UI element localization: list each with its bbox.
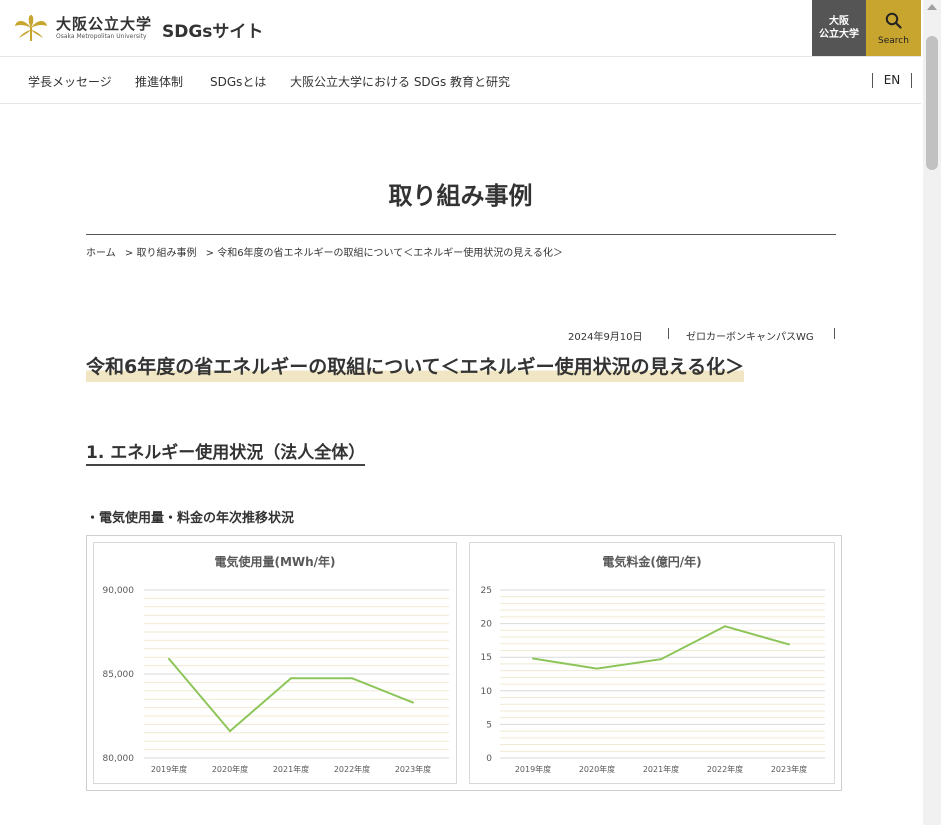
x-tick-label: 2022年度 xyxy=(707,764,743,774)
x-tick-label: 2020年度 xyxy=(212,764,248,774)
x-tick-label: 2023年度 xyxy=(771,764,807,774)
x-tick-label: 2022年度 xyxy=(334,764,370,774)
meta-separator xyxy=(668,328,669,339)
site-header: 大阪公立大学 Osaka Metropolitan University SDG… xyxy=(0,0,921,57)
y-tick-label: 15 xyxy=(481,653,492,663)
x-tick-label: 2019年度 xyxy=(515,764,551,774)
section-heading: 1. エネルギー使用状況（法人全体） xyxy=(86,438,366,466)
y-tick-label: 10 xyxy=(481,687,493,697)
scroll-up-arrow-icon[interactable] xyxy=(927,4,937,10)
chart-title: 電気料金(億円/年) xyxy=(602,554,701,569)
x-tick-label: 2020年度 xyxy=(579,764,615,774)
breadcrumb-current: > 令和6年度の省エネルギーの取組について＜エネルギー使用状況の見える化＞ xyxy=(205,248,563,259)
search-label: Search xyxy=(878,36,909,46)
chart-title: 電気使用量(MWh/年) xyxy=(214,554,335,569)
university-site-button[interactable]: 大阪 公立大学 xyxy=(812,0,866,56)
university-name-en: Osaka Metropolitan University xyxy=(56,33,147,40)
title-divider xyxy=(86,234,836,235)
search-button[interactable]: Search xyxy=(866,0,921,56)
language-switch-en[interactable]: EN xyxy=(872,73,912,88)
y-tick-label: 0 xyxy=(486,754,492,764)
site-title[interactable]: SDGsサイト xyxy=(162,17,263,42)
ginkgo-logo-icon[interactable] xyxy=(14,14,48,42)
meta-separator xyxy=(834,328,835,339)
article-category[interactable]: ゼロカーボンキャンパスWG xyxy=(686,328,814,343)
series-line xyxy=(168,658,414,733)
data-point xyxy=(168,657,170,660)
data-point xyxy=(724,625,726,628)
univ-button-line1: 大阪 xyxy=(829,16,849,27)
article-date: 2024年9月10日 xyxy=(568,332,643,343)
chart-panel-cost: 電気料金(億円/年) 0 5 10 15 20 25 2019年度 2020年度 2021年度 20… xyxy=(469,542,835,784)
data-point xyxy=(596,667,598,670)
y-tick-label: 85,000 xyxy=(103,670,135,680)
main-nav: 学長メッセージ 推進体制 SDGsとは 大阪公立大学における SDGs 教育と研… xyxy=(0,57,921,104)
electricity-cost-chart: 電気料金(億円/年) 0 5 10 15 20 25 2019年度 2020年度 2021年度 20… xyxy=(481,554,825,774)
x-tick-label: 2021年度 xyxy=(273,764,309,774)
data-point xyxy=(229,730,231,733)
nav-item-president-message[interactable]: 学長メッセージ xyxy=(28,73,112,90)
data-point xyxy=(660,658,662,661)
data-point xyxy=(290,677,292,680)
nav-item-education-research[interactable]: 大阪公立大学における SDGs 教育と研究 xyxy=(290,73,510,90)
data-point xyxy=(412,701,414,704)
x-tick-label: 2019年度 xyxy=(151,764,187,774)
breadcrumb-cases[interactable]: > 取り組み事例 xyxy=(125,248,197,259)
article-title: 令和6年度の省エネルギーの取組について＜エネルギー使用状況の見える化＞ xyxy=(86,352,745,382)
y-tick-label: 20 xyxy=(481,620,493,630)
y-tick-label: 80,000 xyxy=(103,754,135,764)
data-point xyxy=(532,657,534,660)
chart-panel-usage: 電気使用量(MWh/年) 80,000 85,000 90,000 2019年度 2020… xyxy=(93,542,457,784)
breadcrumb: ホーム > 取り組み事例 > 令和6年度の省エネルギーの取組について＜エネルギー… xyxy=(86,244,569,259)
scrollbar-thumb[interactable] xyxy=(926,36,938,170)
magnifier-icon xyxy=(885,12,902,29)
y-tick-label: 5 xyxy=(486,720,492,730)
univ-button-line2: 公立大学 xyxy=(819,29,859,40)
series-line xyxy=(532,625,790,670)
charts-frame: 電気使用量(MWh/年) 80,000 85,000 90,000 2019年度 2020… xyxy=(86,535,842,791)
nav-item-about-sdgs[interactable]: SDGsとは xyxy=(210,73,266,90)
x-tick-label: 2023年度 xyxy=(395,764,431,774)
data-point xyxy=(788,643,790,646)
university-name[interactable]: 大阪公立大学 xyxy=(56,13,152,34)
scrollbar[interactable] xyxy=(923,0,941,825)
data-point xyxy=(351,677,353,680)
sub-heading: ・電気使用量・料金の年次推移状況 xyxy=(86,511,295,526)
y-tick-label: 90,000 xyxy=(103,586,135,596)
y-tick-label: 25 xyxy=(481,586,492,596)
page-title: 取り組み事例 xyxy=(388,182,533,210)
nav-item-promotion-system[interactable]: 推進体制 xyxy=(135,73,183,90)
breadcrumb-home[interactable]: ホーム xyxy=(86,248,116,259)
x-tick-label: 2021年度 xyxy=(643,764,679,774)
electricity-usage-chart: 電気使用量(MWh/年) 80,000 85,000 90,000 2019年度 2020… xyxy=(103,554,449,774)
